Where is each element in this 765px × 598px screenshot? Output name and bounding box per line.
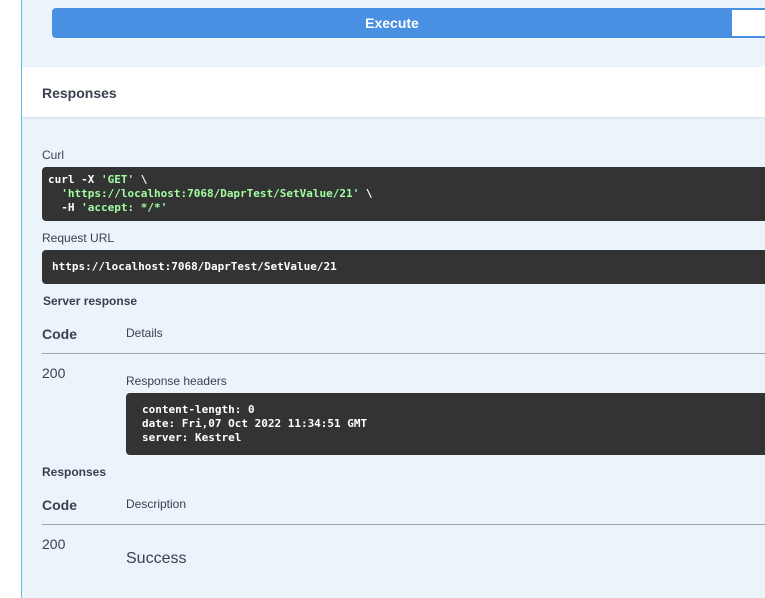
response-headers-block[interactable]: content-length: 0 date: Fri,07 Oct 2022 1… <box>126 393 765 455</box>
server-response-code-header: Code <box>42 326 77 342</box>
responses-title: Responses <box>42 85 117 101</box>
clear-button[interactable] <box>731 8 765 38</box>
server-response-status-code: 200 <box>42 365 66 381</box>
server-response-label: Server response <box>43 294 138 308</box>
curl-line1-continuation: \ <box>134 173 148 186</box>
execute-button[interactable]: Execute <box>52 8 732 38</box>
curl-header-flag: -H <box>48 201 82 214</box>
curl-header-value: 'accept: */*' <box>81 201 168 214</box>
response-header-line: content-length: 0 <box>142 403 255 416</box>
responses-header: Responses <box>22 67 765 117</box>
operation-panel: Execute Responses Curl curl -X 'GET' \ '… <box>21 0 765 598</box>
execute-wrapper: Execute <box>52 8 765 38</box>
response-header-line: date: Fri,07 Oct 2022 11:34:51 GMT <box>142 417 368 430</box>
curl-label: Curl <box>42 148 65 162</box>
curl-line-1: curl -X 'GET' \ <box>48 173 765 187</box>
curl-method: 'GET' <box>100 173 135 186</box>
documented-response-description: Success <box>126 550 187 567</box>
documented-responses-divider <box>42 524 765 525</box>
documented-responses-description-header: Description <box>126 497 187 511</box>
execute-button-label: Execute <box>365 15 419 31</box>
server-response-details-header: Details <box>126 326 163 340</box>
curl-code-block[interactable]: curl -X 'GET' \ 'https://localhost:7068/… <box>42 167 765 221</box>
request-url-value: https://localhost:7068/DaprTest/SetValue… <box>52 260 337 273</box>
request-url-block[interactable]: https://localhost:7068/DaprTest/SetValue… <box>42 250 765 284</box>
documented-responses-code-header: Code <box>42 497 77 513</box>
response-headers-label: Response headers <box>126 374 227 388</box>
documented-response-code: 200 <box>42 536 66 552</box>
curl-line2-continuation: \ <box>359 187 373 200</box>
curl-line-2: 'https://localhost:7068/DaprTest/SetValu… <box>48 187 765 201</box>
request-url-label: Request URL <box>42 231 115 245</box>
curl-line-3: -H 'accept: */*' <box>48 201 765 215</box>
response-header-line: server: Kestrel <box>142 431 242 444</box>
documented-responses-label: Responses <box>42 465 107 479</box>
curl-url: 'https://localhost:7068/DaprTest/SetValu… <box>61 187 360 200</box>
server-response-divider <box>42 353 765 354</box>
curl-cmd: curl -X <box>48 173 101 186</box>
